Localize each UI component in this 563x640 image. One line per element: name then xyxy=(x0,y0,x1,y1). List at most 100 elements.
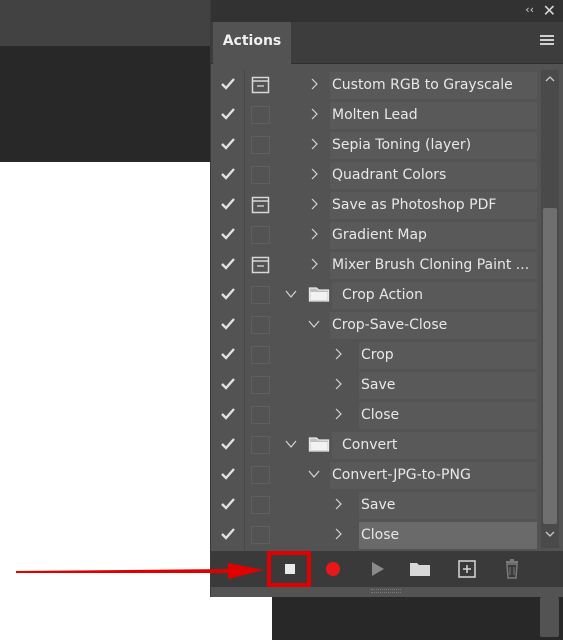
action-label: Quadrant Colors xyxy=(332,167,447,183)
column-divider xyxy=(244,280,245,310)
chevron-right-icon[interactable] xyxy=(307,197,321,215)
dialog-toggle-empty[interactable] xyxy=(251,376,270,394)
dialog-toggle-empty[interactable] xyxy=(251,526,270,544)
chevron-right-icon[interactable] xyxy=(331,347,345,365)
chevron-right-icon[interactable] xyxy=(307,167,321,185)
checkmark-icon[interactable] xyxy=(220,466,236,482)
column-divider xyxy=(244,250,245,280)
action-label: Crop xyxy=(361,347,394,363)
column-divider xyxy=(244,310,245,340)
dialog-icon[interactable] xyxy=(251,196,270,214)
checkmark-icon[interactable] xyxy=(220,376,236,392)
chevron-right-icon[interactable] xyxy=(307,227,321,245)
dialog-toggle-empty[interactable] xyxy=(251,166,270,184)
action-label: Save as Photoshop PDF xyxy=(332,197,497,213)
chevron-right-icon[interactable] xyxy=(331,527,345,545)
action-label: Save xyxy=(361,377,396,393)
scroll-up-icon[interactable] xyxy=(541,75,559,87)
action-row[interactable]: Gradient Map xyxy=(211,220,537,250)
checkmark-icon[interactable] xyxy=(220,196,236,212)
action-row[interactable]: Convert xyxy=(211,430,537,460)
checkmark-icon[interactable] xyxy=(220,106,236,122)
dialog-toggle-empty[interactable] xyxy=(251,406,270,424)
document-scrollbar[interactable] xyxy=(540,597,559,637)
action-set-label: Crop Action xyxy=(342,287,423,303)
scroll-down-icon[interactable] xyxy=(541,530,559,542)
dialog-toggle-empty[interactable] xyxy=(251,106,270,124)
checkmark-icon[interactable] xyxy=(220,496,236,512)
trash-icon[interactable] xyxy=(499,556,525,582)
chevron-down-icon[interactable] xyxy=(307,317,321,335)
workspace-background-bottom xyxy=(272,595,563,640)
column-divider xyxy=(244,220,245,250)
checkmark-icon[interactable] xyxy=(220,436,236,452)
panel-titlebar: ‹‹ ✕ xyxy=(211,0,563,22)
action-row[interactable]: Crop xyxy=(211,340,537,370)
play-icon[interactable] xyxy=(364,556,390,582)
chevron-right-icon[interactable] xyxy=(307,137,321,155)
action-row[interactable]: Convert-JPG-to-PNG xyxy=(211,460,537,490)
chevron-down-icon[interactable] xyxy=(284,287,298,305)
record-icon[interactable] xyxy=(320,556,346,582)
action-row[interactable]: Molten Lead xyxy=(211,100,537,130)
chevron-down-icon[interactable] xyxy=(284,437,298,455)
checkmark-icon[interactable] xyxy=(220,346,236,362)
panel-menu-icon[interactable] xyxy=(540,35,554,47)
close-panel-icon[interactable]: ✕ xyxy=(543,1,556,20)
dialog-toggle-empty[interactable] xyxy=(251,436,270,454)
dialog-toggle-empty[interactable] xyxy=(251,346,270,364)
scrollbar-thumb[interactable] xyxy=(543,208,557,524)
app-top-bar xyxy=(0,0,212,46)
chevron-right-icon[interactable] xyxy=(307,107,321,125)
action-label: Sepia Toning (layer) xyxy=(332,137,472,153)
dialog-toggle-empty[interactable] xyxy=(251,226,270,244)
new-action-icon[interactable] xyxy=(454,556,480,582)
tab-actions[interactable]: Actions xyxy=(213,22,291,64)
action-row[interactable]: Mixer Brush Cloning Paint ... xyxy=(211,250,537,280)
chevron-right-icon[interactable] xyxy=(331,377,345,395)
action-row[interactable]: Custom RGB to Grayscale xyxy=(211,70,537,100)
dialog-toggle-empty[interactable] xyxy=(251,496,270,514)
panel-resize-grip[interactable] xyxy=(371,589,401,593)
checkmark-icon[interactable] xyxy=(220,286,236,302)
chevron-right-icon[interactable] xyxy=(307,257,321,275)
column-divider xyxy=(244,340,245,370)
action-row[interactable]: Save xyxy=(211,370,537,400)
checkmark-icon[interactable] xyxy=(220,76,236,92)
column-divider xyxy=(244,370,245,400)
checkmark-icon[interactable] xyxy=(220,316,236,332)
actions-scrollbar[interactable] xyxy=(541,70,559,548)
action-label: Molten Lead xyxy=(332,107,418,123)
dialog-toggle-empty[interactable] xyxy=(251,136,270,154)
action-label: Mixer Brush Cloning Paint ... xyxy=(332,257,530,273)
stop-icon[interactable] xyxy=(277,556,303,582)
column-divider xyxy=(244,430,245,460)
action-row[interactable]: Save xyxy=(211,490,537,520)
action-row[interactable]: Quadrant Colors xyxy=(211,160,537,190)
chevron-right-icon[interactable] xyxy=(307,77,321,95)
checkmark-icon[interactable] xyxy=(220,166,236,182)
action-row[interactable]: Crop-Save-Close xyxy=(211,310,537,340)
folder-icon[interactable] xyxy=(407,556,433,582)
checkmark-icon[interactable] xyxy=(220,406,236,422)
checkmark-icon[interactable] xyxy=(220,256,236,272)
chevron-right-icon[interactable] xyxy=(331,497,345,515)
dialog-icon[interactable] xyxy=(251,76,270,94)
checkmark-icon[interactable] xyxy=(220,526,236,542)
column-divider xyxy=(244,190,245,220)
checkmark-icon[interactable] xyxy=(220,136,236,152)
collapse-panel-icon[interactable]: ‹‹ xyxy=(525,3,534,16)
dialog-toggle-empty[interactable] xyxy=(251,466,270,484)
chevron-right-icon[interactable] xyxy=(331,407,345,425)
dialog-toggle-empty[interactable] xyxy=(251,316,270,334)
checkmark-icon[interactable] xyxy=(220,226,236,242)
action-row[interactable]: Save as Photoshop PDF xyxy=(211,190,537,220)
dialog-toggle-empty[interactable] xyxy=(251,286,270,304)
action-row[interactable]: Crop Action xyxy=(211,280,537,310)
action-row[interactable]: Close xyxy=(211,520,537,550)
chevron-down-icon[interactable] xyxy=(307,467,321,485)
dialog-icon[interactable] xyxy=(251,256,270,274)
action-row[interactable]: Sepia Toning (layer) xyxy=(211,130,537,160)
action-row[interactable]: Close xyxy=(211,400,537,430)
panel-tabbar: Actions xyxy=(211,22,563,64)
